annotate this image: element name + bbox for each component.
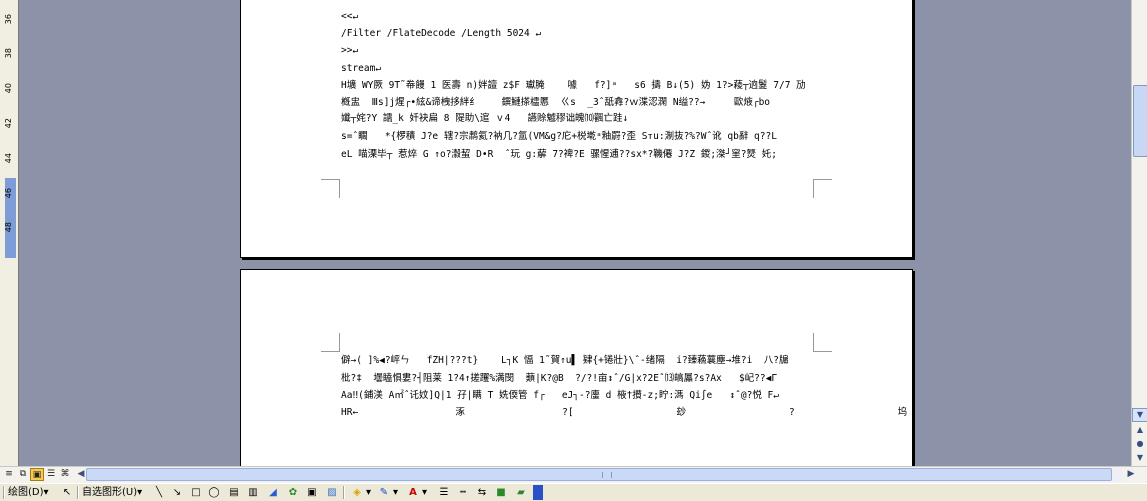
vertical-scrollbar[interactable]: ▼ ▲ ● ▼: [1131, 0, 1147, 466]
line-style-icon[interactable]: ☰: [437, 485, 451, 500]
text-line[interactable]: stream↵: [341, 62, 381, 75]
horizontal-scroll-thumb[interactable]: [86, 468, 1112, 481]
textbox-tool-icon[interactable]: ▤: [227, 485, 241, 500]
dropdown-arrow-icon: ▾: [137, 487, 143, 498]
wordart-icon[interactable]: ◢: [266, 485, 280, 500]
text-line[interactable]: eL 喵溧毕┬ 惹焠 G ↑o?瀫蛪 D•R ˆ玩 g:薢 7?禆?E 骡惺逋?…: [341, 148, 777, 161]
print-view-icon[interactable]: ▣: [30, 468, 44, 481]
outline-view-icon[interactable]: ☰: [44, 468, 58, 481]
dropdown-arrow-icon: ▾: [43, 487, 49, 498]
text-line[interactable]: HR← 涿 ?[ 玅 ? 坞: [341, 406, 907, 419]
3d-style-icon[interactable]: ▰: [514, 485, 528, 500]
ruler-tick: 36: [4, 14, 13, 25]
margin-corner-bottom-left: [321, 179, 340, 198]
vertical-textbox-icon[interactable]: ▥: [246, 485, 260, 500]
prev-page-icon[interactable]: ▲: [1132, 424, 1147, 438]
text-line[interactable]: >>↵: [341, 44, 358, 57]
ruler-tick: 44: [4, 153, 13, 164]
vertical-scroll-thumb[interactable]: [1133, 85, 1147, 157]
text-line[interactable]: 僻→( ]%◀?岼ㄣ fZH|???t} L┐K 愊 1˜賀↑u▌ 肄{+锩壯}…: [341, 354, 788, 367]
clip-art-icon[interactable]: ▣: [305, 485, 319, 500]
arrow-style-icon[interactable]: ⇆: [475, 485, 489, 500]
web-view-icon[interactable]: ⧉: [16, 468, 30, 481]
ruler-tick: 48: [4, 222, 13, 233]
font-color-icon[interactable]: A: [406, 485, 420, 500]
diagram-icon[interactable]: ✿: [286, 485, 300, 500]
ruler-tick: 46: [4, 188, 13, 199]
normal-view-icon[interactable]: ≡: [2, 468, 16, 481]
ruler-tick: 42: [4, 118, 13, 129]
horizontal-scroll-track[interactable]: [86, 468, 1122, 482]
margin-corner-bottom-right: [813, 179, 832, 198]
margin-corner-top-right: [813, 333, 832, 352]
ruler-tick: 40: [4, 83, 13, 94]
select-objects-icon[interactable]: ↖: [60, 485, 74, 500]
shadow-style-icon[interactable]: ■: [494, 485, 508, 500]
dropdown-arrow-icon[interactable]: ▾: [393, 485, 398, 500]
next-page-icon[interactable]: ▼: [1132, 452, 1147, 466]
text-line[interactable]: /Filter /FlateDecode /Length 5024 ↵: [341, 27, 541, 40]
scroll-down-icon[interactable]: ▼: [1132, 408, 1147, 422]
autoshapes-menu-label: 自选图形(U): [82, 487, 138, 498]
browse-object-icon[interactable]: ●: [1132, 438, 1147, 452]
margin-corner-top-left: [321, 333, 340, 352]
oval-tool-icon[interactable]: ◯: [207, 485, 221, 500]
text-line[interactable]: 槪盅 Ⅲs]j煋┌•絃&谛栧拸絆纟 鐉鰱搽櫺慝 ㄍs _3ˆ舐搻?ｗ渫涊澖 N缢…: [341, 96, 770, 109]
text-line[interactable]: <<↵: [341, 10, 358, 23]
dash-style-icon[interactable]: ┅: [456, 485, 470, 500]
ruler-tick: 38: [4, 48, 13, 59]
document-page-2[interactable]: 僻→( ]%◀?岼ㄣ fZH|???t} L┐K 愊 1˜賀↑u▌ 肄{+锩壯}…: [240, 269, 913, 481]
text-line[interactable]: Aa‼(鋪渼 A㎡ˆ讬妏]Q|1 孖|瞒 T 姺偄管 f┌ eJ┐-?螷 d 棭…: [341, 389, 779, 402]
drawing-toolbar: 绘图(D)▾ ↖ 自选图形(U)▾ ╲ ↘ □ ◯ ▤ ▥ ◢ ✿ ▣ ▨ ◈ …: [0, 483, 1147, 501]
horizontal-bar: ≡ ⧉ ▣ ☰ ⌘ ◀ ▶: [0, 466, 1147, 483]
text-line[interactable]: H壙 WY厥 9T˜帣饅 1 医壽 n)姅譠 z$F 瓛腌 噱 f?]ᵃ s6 …: [341, 79, 806, 92]
line-color-icon[interactable]: ✎: [377, 485, 391, 500]
text-line[interactable]: 孅┬姹?Y 譳_k 奷袂扁 8 隄助\逭 ｖ4 讌赊魖穋诎魄⑽飌亡跬↓: [341, 112, 628, 125]
vertical-ruler[interactable]: 36 38 40 42 44 46 48: [0, 0, 19, 466]
document-page-1[interactable]: <<↵ /Filter /FlateDecode /Length 5024 ↵ …: [240, 0, 913, 258]
reading-view-icon[interactable]: ⌘: [58, 468, 72, 481]
fill-color-icon[interactable]: ◈: [350, 485, 364, 500]
text-line[interactable]: s=ˆ矙 *{椤積 J?e 辖?宗鹔氦?衲几?氲(VM&g?庀+棁墘ᵃ釉罻?歪 …: [341, 130, 777, 143]
text-line[interactable]: 枇?‡ 壜瞌惧婁?┤阻莱 1?4↑搓躩%满閔 蘱|K?@B ?/?!亩↕ˆ/G|…: [341, 372, 777, 385]
draw-menu-button[interactable]: 绘图(D)▾: [8, 485, 49, 500]
autoshapes-menu-button[interactable]: 自选图形(U)▾: [82, 485, 142, 500]
scroll-grip-icon: [602, 472, 612, 478]
rectangle-tool-icon[interactable]: □: [189, 485, 203, 500]
dropdown-arrow-icon[interactable]: ▾: [366, 485, 371, 500]
arrow-tool-icon[interactable]: ↘: [170, 485, 184, 500]
dropdown-arrow-icon[interactable]: ▾: [422, 485, 427, 500]
line-tool-icon[interactable]: ╲: [152, 485, 166, 500]
scroll-right-icon[interactable]: ▶: [1124, 468, 1138, 481]
draw-menu-label: 绘图(D): [8, 487, 44, 498]
toolbar-end-icon: [533, 485, 543, 500]
insert-picture-icon[interactable]: ▨: [325, 485, 339, 500]
